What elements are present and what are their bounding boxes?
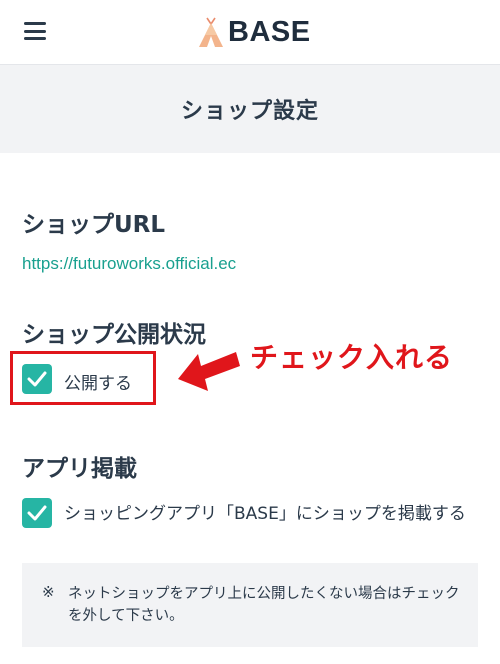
page-title-bar: ショップ設定 bbox=[0, 65, 500, 153]
app-listing-checkbox-label[interactable]: ショッピングアプリ「BASE」にショップを掲載する bbox=[64, 500, 484, 529]
hamburger-menu-icon[interactable] bbox=[24, 22, 46, 40]
app-listing-heading: アプリ掲載 bbox=[22, 456, 137, 482]
teepee-logo-icon bbox=[199, 17, 223, 47]
app-header: BASE bbox=[0, 0, 500, 65]
highlight-box bbox=[10, 351, 156, 405]
annotation-text: チェック入れる bbox=[250, 341, 454, 374]
shop-url-heading: ショップURL bbox=[22, 212, 166, 238]
base-logo[interactable]: BASE bbox=[198, 14, 311, 50]
red-arrow-icon bbox=[178, 352, 240, 391]
logo-text: BASE bbox=[228, 15, 311, 48]
note-mark: ※ bbox=[42, 583, 55, 601]
app-listing-checkbox[interactable] bbox=[22, 498, 52, 528]
note-box: ※ ネットショップをアプリ上に公開したくない場合はチェックを外して下さい。 bbox=[22, 563, 478, 647]
checkmark-icon bbox=[27, 505, 47, 521]
page-title: ショップ設定 bbox=[180, 99, 319, 124]
note-text: ネットショップをアプリ上に公開したくない場合はチェックを外して下さい。 bbox=[68, 586, 460, 624]
shop-url-link[interactable]: https://futuroworks.official.ec bbox=[22, 254, 236, 274]
